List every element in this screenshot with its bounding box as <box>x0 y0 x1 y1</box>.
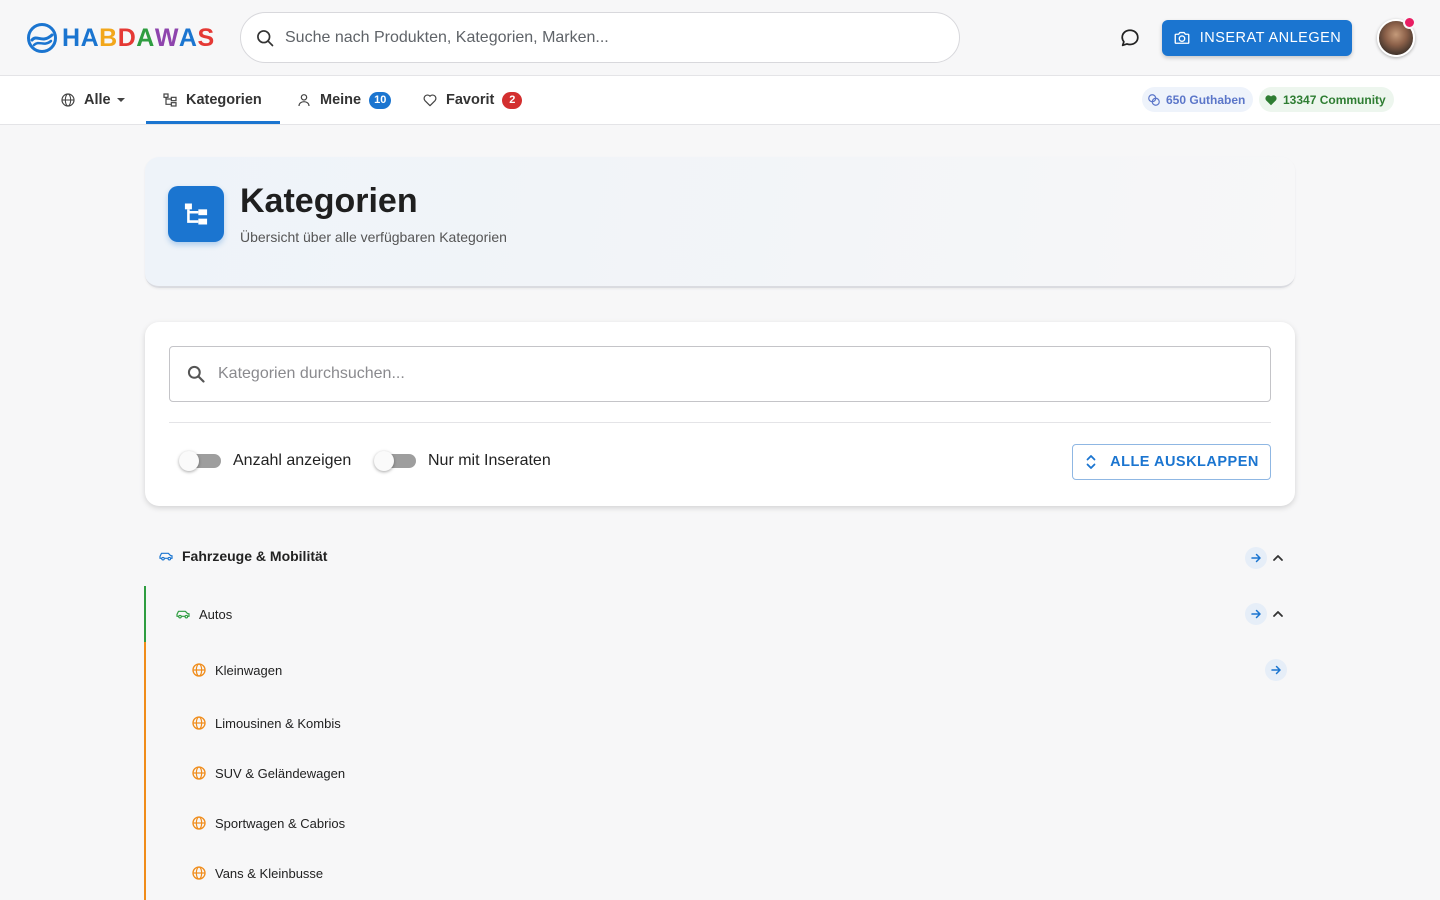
arrow-right-icon <box>1251 609 1261 619</box>
category-tree-icon <box>163 93 177 107</box>
globe-icon <box>192 816 206 830</box>
globe-icon <box>192 866 206 880</box>
heart-outline-icon <box>423 94 437 107</box>
community-chip-label: 13347 Community <box>1283 92 1386 107</box>
chat-bubble-icon <box>1121 29 1139 47</box>
filter-card: Anzahl anzeigen Nur mit Inseraten ALLE A… <box>145 322 1295 506</box>
tree-rail-level2 <box>144 642 146 900</box>
active-tab-indicator <box>146 121 280 124</box>
toggle-switch[interactable] <box>179 451 221 471</box>
page-title: Kategorien <box>240 182 418 220</box>
notification-dot <box>1403 16 1416 29</box>
create-listing-button[interactable]: INSERAT ANLEGEN <box>1162 20 1352 56</box>
car-icon <box>176 610 190 619</box>
person-icon <box>298 94 310 107</box>
divider <box>169 422 1271 423</box>
tree-item-leaf[interactable]: Limousinen & Kombis <box>191 715 341 731</box>
tree-item-label: Vans & Kleinbusse <box>215 865 324 881</box>
toggle-switch[interactable] <box>374 451 416 471</box>
collapse-toggle[interactable] <box>1271 607 1285 621</box>
arrow-right-icon <box>1271 665 1281 675</box>
search-icon <box>257 29 274 46</box>
nav-all-dropdown[interactable]: Alle <box>60 76 126 124</box>
globe-icon <box>192 716 206 730</box>
globe-icon <box>61 93 75 107</box>
credit-chip[interactable]: 650 Guthaben <box>1142 87 1254 112</box>
credit-chip-label: 650 Guthaben <box>1166 92 1246 107</box>
globe-icon <box>192 663 206 677</box>
open-category-button[interactable] <box>1265 659 1287 681</box>
nav-all-label: Alle <box>84 92 111 108</box>
tree-item-vehicles[interactable]: Fahrzeuge & Mobilität <box>158 548 327 564</box>
category-search-input[interactable] <box>218 365 1218 383</box>
unfold-icon <box>1086 455 1096 469</box>
tree-item-leaf[interactable]: Kleinwagen <box>191 662 282 678</box>
tree-item-label: Autos <box>199 606 233 622</box>
favorite-count-badge: 2 <box>502 91 523 109</box>
coins-icon <box>1148 93 1160 106</box>
expand-all-button[interactable]: ALLE AUSKLAPPEN <box>1072 444 1271 480</box>
tree-item-label: Limousinen & Kombis <box>215 715 341 731</box>
tab-favorites[interactable]: Favorit 2 <box>422 76 523 124</box>
logo[interactable]: HABDAWAS <box>26 22 215 54</box>
car-icon <box>159 552 173 561</box>
community-chip[interactable]: 13347 Community <box>1259 87 1394 112</box>
caret-down-icon <box>116 98 125 102</box>
open-category-button[interactable] <box>1245 547 1267 569</box>
tab-mine-label: Meine <box>320 92 362 108</box>
arrow-right-icon <box>1251 553 1261 563</box>
category-search[interactable] <box>169 346 1271 402</box>
toggle-show-count-label: Anzahl anzeigen <box>233 452 352 469</box>
collapse-toggle[interactable] <box>1271 551 1285 565</box>
chevron-up-icon <box>1273 555 1283 561</box>
tree-item-label: Sportwagen & Cabrios <box>215 815 346 831</box>
mine-count-badge: 10 <box>369 91 392 109</box>
tree-item-label: Fahrzeuge & Mobilität <box>182 548 328 564</box>
tab-categories[interactable]: Kategorien <box>162 76 262 124</box>
tree-item-label: Kleinwagen <box>215 662 283 678</box>
tree-item-cars[interactable]: Autos <box>175 606 232 622</box>
tree-item-leaf[interactable]: SUV & Geländewagen <box>191 765 345 781</box>
tab-favorites-label: Favorit <box>446 92 495 108</box>
open-category-button[interactable] <box>1245 603 1267 625</box>
logo-text: HABDAWAS <box>62 23 215 52</box>
tree-item-leaf[interactable]: Vans & Kleinbusse <box>191 865 323 881</box>
tree-item-label: SUV & Geländewagen <box>215 765 346 781</box>
messages-button[interactable] <box>1116 24 1144 52</box>
top-bar: HABDAWAS INSERAT ANLEGEN <box>0 0 1440 76</box>
chevron-up-icon <box>1273 611 1283 617</box>
category-tree-icon <box>168 186 224 242</box>
toggle-only-listings[interactable]: Nur mit Inseraten <box>372 451 551 471</box>
page-subtitle: Übersicht über alle verfügbaren Kategori… <box>240 229 507 245</box>
tab-categories-label: Kategorien <box>186 92 262 108</box>
globe-icon <box>192 766 206 780</box>
toggle-show-count[interactable]: Anzahl anzeigen <box>177 451 352 471</box>
tab-mine[interactable]: Meine 10 <box>296 76 392 124</box>
expand-all-label: ALLE AUSKLAPPEN <box>1110 454 1259 470</box>
page-header: Kategorien Übersicht über alle verfügbar… <box>145 157 1295 288</box>
global-search-input[interactable] <box>285 28 925 47</box>
toggle-only-listings-label: Nur mit Inseraten <box>428 452 551 469</box>
heart-icon <box>1265 94 1277 105</box>
create-listing-label: INSERAT ANLEGEN <box>1199 30 1342 46</box>
tree-rail-level1 <box>144 586 146 642</box>
search-icon <box>187 365 205 383</box>
tree-item-leaf[interactable]: Sportwagen & Cabrios <box>191 815 345 831</box>
global-search[interactable] <box>240 12 960 63</box>
camera-icon <box>1174 31 1190 44</box>
nav-bar: Alle Kategorien Meine 10 Favorit 2 650 G… <box>0 76 1440 125</box>
logo-icon <box>27 23 57 53</box>
